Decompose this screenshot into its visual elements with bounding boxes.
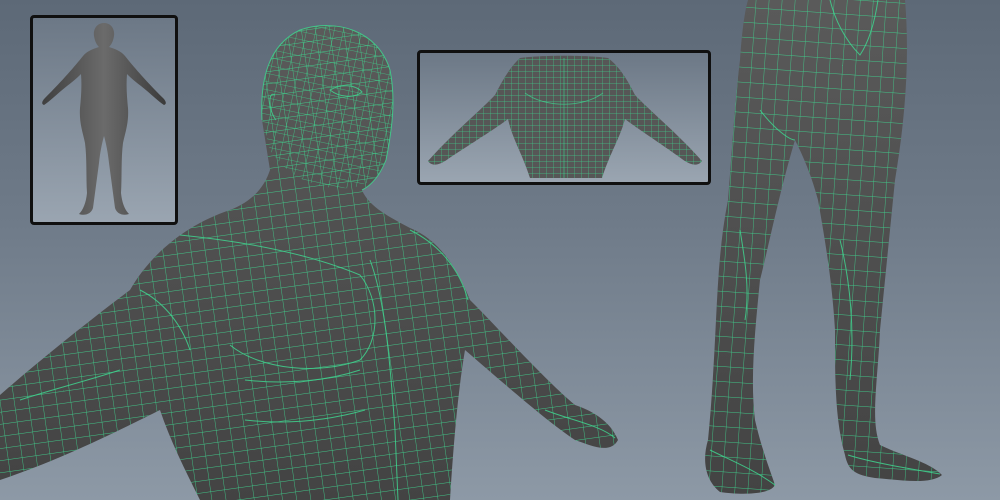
full-body-figure bbox=[42, 23, 166, 215]
legs-mesh bbox=[705, 0, 942, 494]
render-canvas bbox=[0, 0, 1000, 500]
back-wireframe-figure bbox=[428, 55, 702, 178]
full-body-thumbnail bbox=[30, 15, 178, 225]
back-view-thumbnail bbox=[417, 50, 711, 185]
